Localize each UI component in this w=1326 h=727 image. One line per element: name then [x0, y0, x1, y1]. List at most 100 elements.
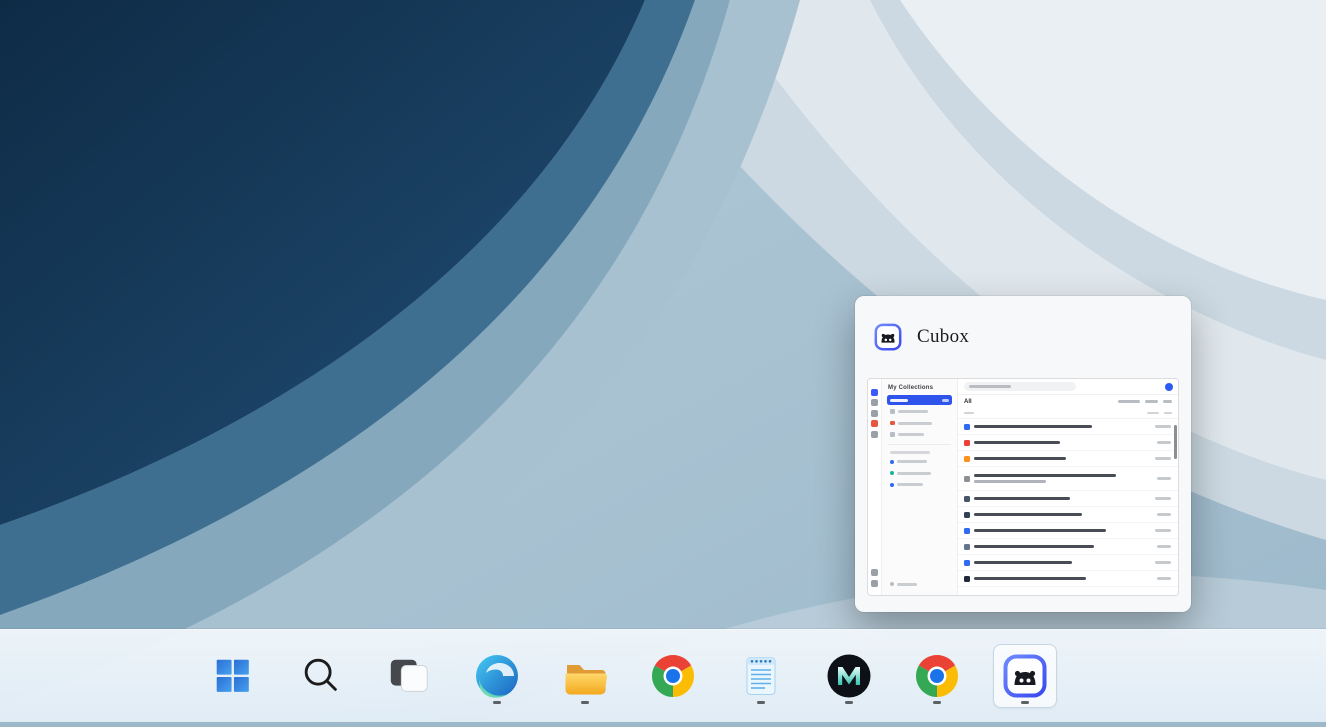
chrome-button[interactable]	[641, 644, 705, 708]
collection-dot	[890, 459, 894, 464]
article-date	[1155, 425, 1171, 428]
sidebar-item[interactable]	[887, 468, 952, 478]
running-indicator	[845, 700, 853, 704]
m-logo-icon	[827, 654, 871, 698]
article-row[interactable]	[958, 491, 1178, 507]
sidebar-item[interactable]	[887, 395, 952, 405]
file-explorer-button[interactable]	[553, 644, 617, 708]
article-title	[974, 545, 1094, 548]
article-favicon	[964, 559, 970, 566]
article-row[interactable]	[958, 523, 1178, 539]
start-button[interactable]	[201, 644, 265, 708]
rail-icon[interactable]	[871, 569, 878, 576]
sidebar-bottom-row[interactable]	[887, 579, 952, 589]
column-label-bar	[1147, 411, 1159, 415]
article-row[interactable]	[958, 467, 1178, 491]
article-row[interactable]	[958, 539, 1178, 555]
thumb-nav-rail	[868, 379, 882, 595]
collection-dot	[890, 482, 894, 487]
preview-header: Cubox	[855, 296, 1191, 378]
article-favicon	[964, 439, 970, 446]
article-date	[1155, 457, 1171, 460]
article-favicon	[964, 423, 970, 430]
chrome-2-button[interactable]	[905, 644, 969, 708]
rail-icon[interactable]	[871, 579, 878, 587]
notepad-button[interactable]	[729, 644, 793, 708]
sidebar-item[interactable]	[887, 418, 952, 428]
article-date	[1157, 513, 1171, 516]
rail-icon[interactable]	[871, 420, 878, 427]
sidebar-item[interactable]	[887, 430, 952, 440]
article-title	[974, 497, 1070, 500]
item-bar	[897, 433, 924, 436]
running-indicator	[1021, 700, 1029, 704]
edge-icon	[476, 655, 518, 698]
task-view-button[interactable]	[377, 644, 441, 708]
item-bar	[897, 410, 928, 413]
article-row[interactable]	[958, 451, 1178, 467]
m-logo-app-button[interactable]	[817, 644, 881, 708]
article-row[interactable]	[958, 507, 1178, 523]
running-indicator	[933, 700, 941, 704]
item-bar	[897, 483, 923, 486]
toolbar-control[interactable]	[1163, 400, 1172, 403]
item-icon	[890, 432, 895, 437]
rail-icon[interactable]	[871, 430, 878, 438]
add-button[interactable]	[1164, 382, 1173, 391]
rail-icon[interactable]	[871, 399, 878, 406]
article-favicon	[964, 527, 970, 534]
title-bar	[974, 561, 1072, 564]
thumb-main: All	[958, 379, 1178, 595]
thumb-list	[958, 419, 1178, 595]
article-title	[974, 529, 1106, 532]
title-bar	[974, 577, 1086, 580]
article-row[interactable]	[958, 555, 1178, 571]
article-row[interactable]	[958, 435, 1178, 451]
label-bar	[890, 451, 930, 454]
article-title	[974, 441, 1060, 444]
rail-icon[interactable]	[871, 388, 878, 396]
article-title	[974, 457, 1066, 460]
edge-button[interactable]	[465, 644, 529, 708]
title-bar	[974, 474, 1116, 478]
running-indicator	[581, 700, 589, 704]
item-bar	[897, 471, 931, 475]
thumb-sidebar: My Collections	[882, 379, 958, 595]
item-icon	[890, 409, 895, 414]
thumb-toolbar-right	[1118, 400, 1172, 403]
sidebar-item[interactable]	[887, 407, 952, 417]
item-bar	[897, 421, 932, 425]
thumb-rail-top	[871, 385, 878, 441]
article-date	[1157, 441, 1171, 444]
toolbar-control[interactable]	[1118, 400, 1140, 403]
list-title: All	[964, 398, 972, 405]
desktop[interactable]: { "preview_card": { "app_name": "Cubox",…	[0, 0, 1326, 722]
sidebar-item[interactable]	[887, 457, 952, 467]
scrollbar-thumb[interactable]	[1173, 425, 1177, 459]
article-row[interactable]	[958, 419, 1178, 435]
cubox-icon	[1003, 654, 1047, 698]
toolbar-control[interactable]	[1145, 400, 1158, 403]
title-bar	[974, 513, 1082, 516]
window-thumbnail[interactable]: My Collections All	[867, 378, 1179, 596]
article-title	[974, 474, 1116, 483]
collection-dot	[890, 471, 894, 475]
search-button[interactable]	[289, 644, 353, 708]
article-favicon	[964, 475, 970, 482]
search-input[interactable]	[964, 382, 1076, 391]
article-title	[974, 513, 1082, 516]
taskbar-preview-card[interactable]: Cubox My Collections All	[855, 296, 1191, 612]
item-bar	[890, 398, 908, 402]
sidebar-item[interactable]	[887, 480, 952, 490]
column-label-bar	[1164, 411, 1172, 415]
taskbar	[0, 629, 1326, 722]
rail-icon[interactable]	[871, 409, 878, 417]
article-row[interactable]	[958, 571, 1178, 587]
cubox-button[interactable]	[993, 644, 1057, 708]
sidebar-header: My Collections	[888, 385, 934, 391]
article-date	[1155, 529, 1171, 532]
article-title	[974, 577, 1086, 580]
thumb-sidebar-rows	[887, 395, 952, 491]
article-date	[1157, 477, 1171, 480]
article-date	[1157, 577, 1171, 580]
